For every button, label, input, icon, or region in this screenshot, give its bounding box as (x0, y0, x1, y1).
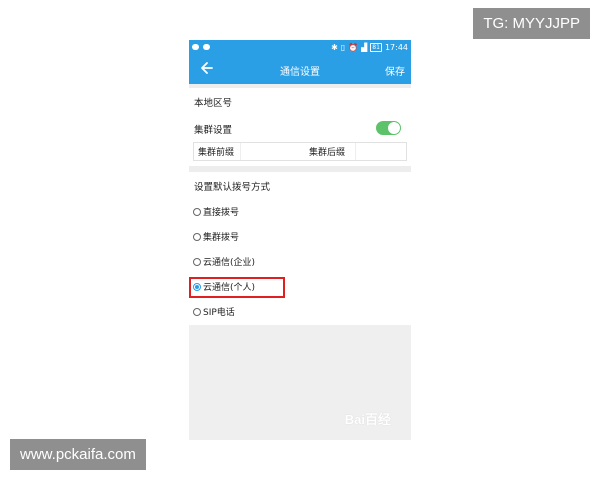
page-title: 通信设置 (280, 67, 320, 78)
dial-option-label: 集群拨号 (203, 233, 240, 243)
status-time: 17:44 (384, 42, 408, 52)
dial-mode-heading-row: 设置默认拨号方式 (189, 172, 411, 199)
dial-option-label: 直接拨号 (203, 208, 240, 218)
selection-highlight-box (189, 277, 285, 298)
chat-icon (192, 44, 199, 50)
watermark-top-right: TG: MYYJJPP (473, 8, 590, 39)
cluster-prefix-suffix: 集群前缀 集群后缀 (193, 142, 407, 161)
bluetooth-icon: ✱ (331, 42, 338, 52)
cluster-setting-label: 集群设置 (194, 124, 233, 136)
dial-mode-heading: 设置默认拨号方式 (194, 181, 271, 193)
toggle-knob (388, 122, 400, 134)
notification-icons (192, 44, 210, 50)
area-code-label: 本地区号 (194, 97, 233, 109)
radio-button[interactable] (193, 257, 201, 266)
message-icon (203, 44, 210, 50)
signal-icon: ▟ (361, 42, 368, 52)
watermark-bottom-left: www.pckaifa.com (10, 439, 146, 470)
status-bar: ✱ ▯ ⏰ ▟ 81 17:44 (189, 40, 411, 54)
alarm-icon: ⏰ (348, 42, 359, 52)
cluster-toggle[interactable] (376, 121, 401, 135)
phone-screen: ✱ ▯ ⏰ ▟ 81 17:44 通信设置 保存 本地区号 集群设置 集群前缀 … (189, 40, 411, 440)
cluster-prefix-label: 集群前缀 (198, 148, 235, 158)
radio-button[interactable] (193, 207, 201, 216)
empty-content-area: Bai百经 (189, 325, 411, 440)
cluster-suffix-input[interactable] (355, 143, 406, 160)
status-right: ✱ ▯ ⏰ ▟ 81 17:44 (331, 42, 408, 52)
radio-button[interactable] (193, 307, 201, 316)
area-code-row[interactable]: 本地区号 (189, 88, 411, 115)
battery-level: 81 (370, 42, 382, 52)
cluster-prefix-input[interactable] (240, 143, 305, 160)
vibrate-icon: ▯ (340, 42, 346, 52)
save-button[interactable]: 保存 (385, 63, 405, 78)
cluster-setting-row: 集群设置 (189, 115, 411, 142)
baidu-watermark: Bai百经 (344, 412, 391, 427)
app-bar: 通信设置 保存 (189, 54, 411, 84)
dial-option-sip[interactable]: SIP电话 (189, 299, 411, 324)
dial-option-cluster[interactable]: 集群拨号 (189, 224, 411, 249)
radio-button[interactable] (193, 232, 201, 241)
cluster-suffix-label: 集群后缀 (309, 148, 346, 158)
dial-option-label: 云通信(企业) (203, 258, 256, 268)
dial-option-direct[interactable]: 直接拨号 (189, 199, 411, 224)
dial-option-label: SIP电话 (203, 308, 235, 318)
dial-option-cloud-enterprise[interactable]: 云通信(企业) (189, 249, 411, 274)
